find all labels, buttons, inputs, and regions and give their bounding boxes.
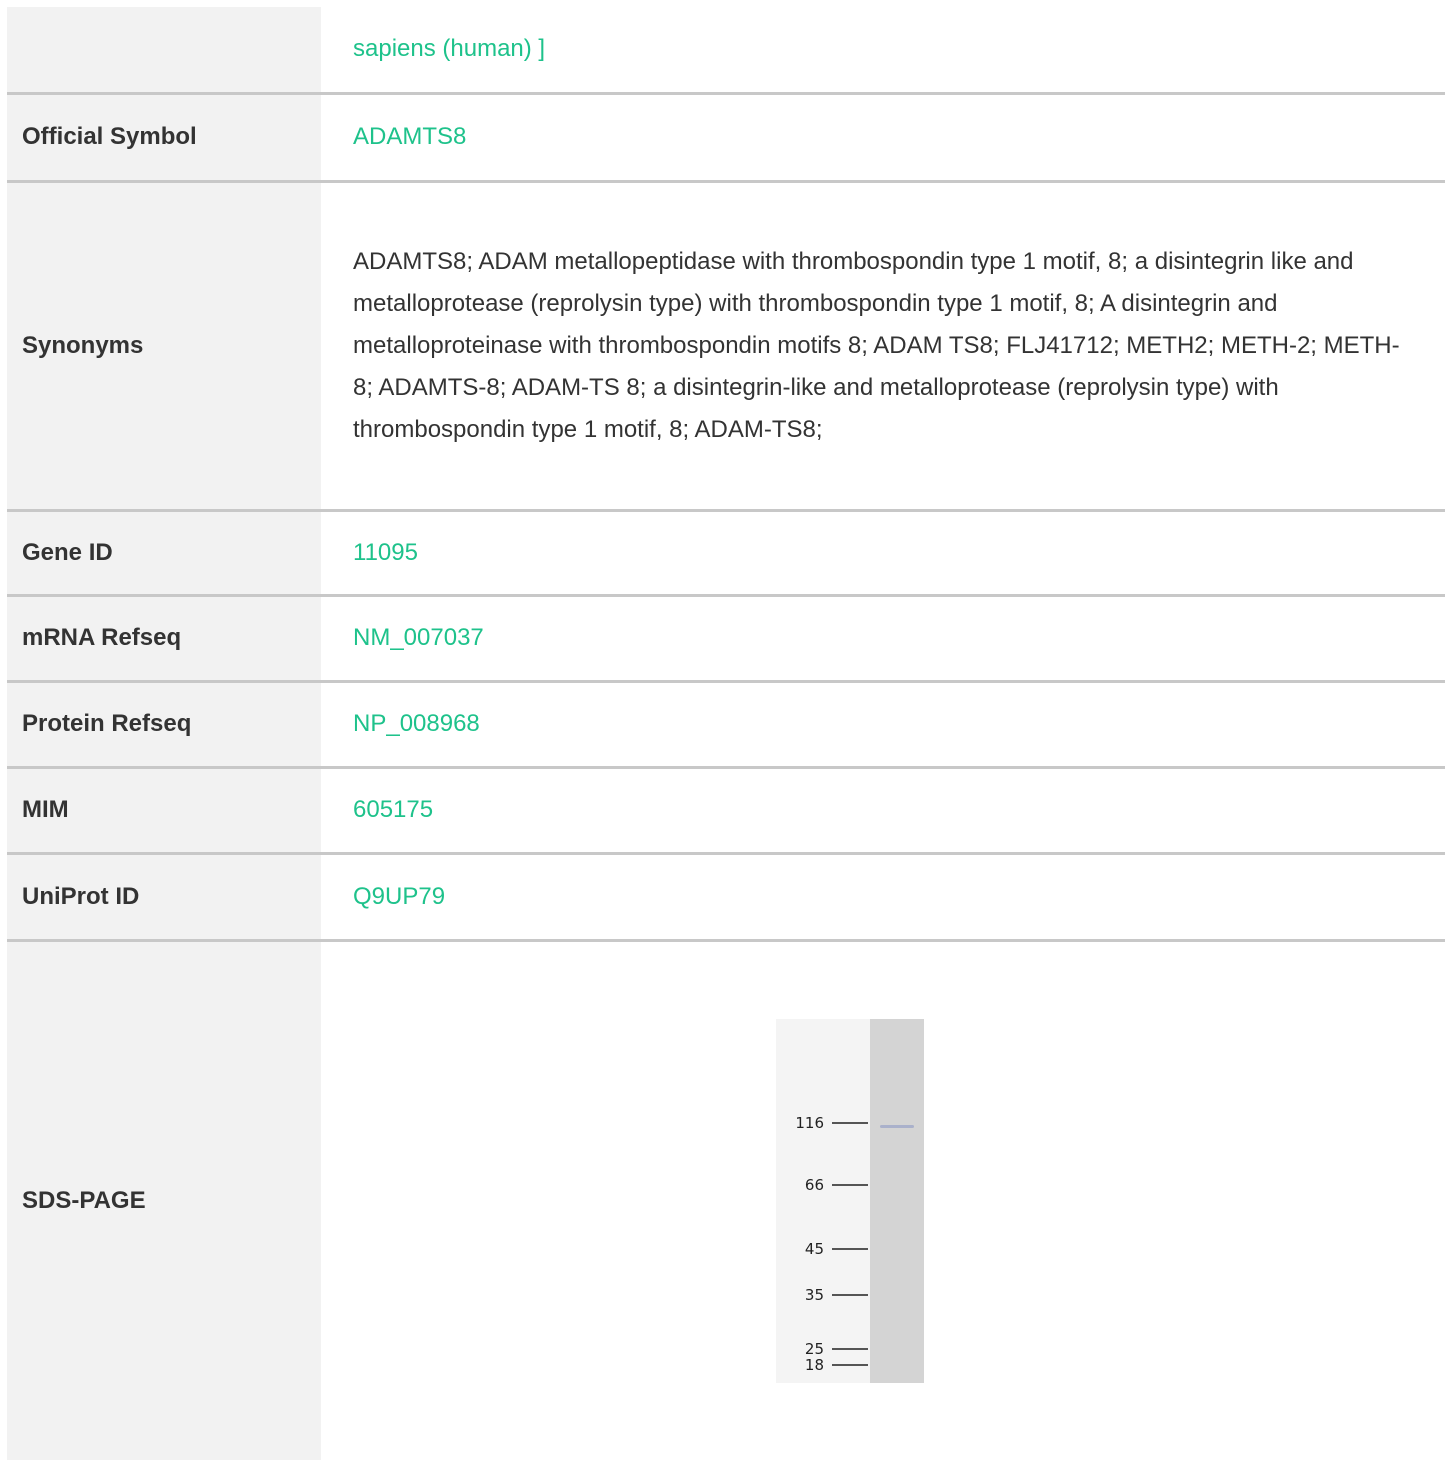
marker-35: 35 — [776, 1285, 870, 1305]
mrna-refseq-link[interactable]: NM_007037 — [353, 624, 484, 651]
official-symbol-label: Official Symbol — [7, 93, 321, 183]
mrna-refseq-label: mRNA Refseq — [7, 595, 321, 683]
row-synonyms: Synonyms ADAMTS8; ADAM metallopeptidase … — [7, 181, 1445, 512]
official-symbol-link[interactable]: ADAMTS8 — [353, 123, 466, 150]
gel-band — [880, 1124, 914, 1128]
mim-link[interactable]: 605175 — [353, 796, 433, 823]
marker-66: 66 — [776, 1175, 870, 1195]
row-gene-id: Gene ID 11095 — [7, 510, 1445, 597]
mim-label: MIM — [7, 767, 321, 855]
marker-116: 116 — [776, 1113, 870, 1133]
marker-18: 18 — [776, 1355, 870, 1375]
gene-id-label: Gene ID — [7, 510, 321, 597]
marker-45: 45 — [776, 1239, 870, 1259]
marker-tick — [832, 1183, 868, 1186]
row-organism: sapiens (human) ] — [7, 7, 1445, 95]
marker-label: 116 — [795, 1113, 824, 1132]
marker-label: 66 — [804, 1175, 824, 1194]
sds-page-gel-image: 116 66 45 35 25 18 — [776, 1018, 924, 1383]
uniprot-id-label: UniProt ID — [7, 853, 321, 942]
marker-tick — [832, 1347, 868, 1350]
synonyms-label: Synonyms — [7, 181, 321, 512]
marker-tick — [832, 1247, 868, 1250]
marker-label: 18 — [804, 1355, 824, 1374]
organism-label — [7, 7, 321, 95]
uniprot-id-link[interactable]: Q9UP79 — [353, 883, 445, 910]
gene-id-link[interactable]: 11095 — [353, 539, 418, 566]
marker-label: 35 — [804, 1285, 824, 1304]
product-spec-table: sapiens (human) ] Official Symbol ADAMTS… — [7, 7, 1445, 1460]
row-mrna-refseq: mRNA Refseq NM_007037 — [7, 595, 1445, 683]
marker-label: 45 — [804, 1239, 824, 1258]
marker-tick — [832, 1363, 868, 1366]
marker-tick — [832, 1293, 868, 1296]
synonyms-value: ADAMTS8; ADAM metallopeptidase with thro… — [353, 247, 1400, 443]
row-official-symbol: Official Symbol ADAMTS8 — [7, 93, 1445, 183]
row-uniprot-id: UniProt ID Q9UP79 — [7, 853, 1445, 942]
protein-refseq-label: Protein Refseq — [7, 681, 321, 769]
row-mim: MIM 605175 — [7, 767, 1445, 855]
gel-lane — [870, 1018, 924, 1383]
organism-link[interactable]: sapiens (human) ] — [353, 35, 545, 62]
sds-page-label: SDS-PAGE — [7, 940, 321, 1460]
marker-tick — [832, 1121, 868, 1124]
row-sds-page: SDS-PAGE 116 66 45 35 25 18 — [7, 940, 1445, 1460]
row-protein-refseq: Protein Refseq NP_008968 — [7, 681, 1445, 769]
protein-refseq-link[interactable]: NP_008968 — [353, 710, 480, 737]
